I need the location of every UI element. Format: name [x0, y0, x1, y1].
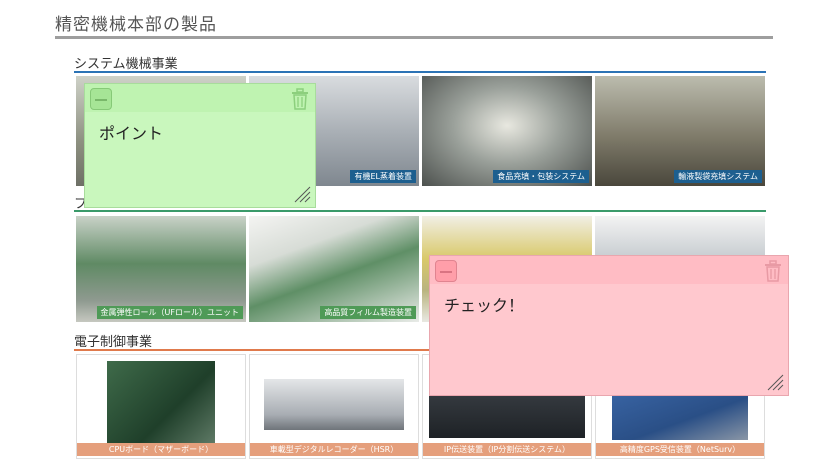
trash-icon[interactable]	[762, 259, 784, 283]
product-caption: IP伝送装置（IP分割伝送システム）	[423, 443, 591, 456]
product-caption: 金属弾性ロール（UFロール）ユニット	[96, 306, 243, 319]
product-image	[107, 361, 215, 444]
section-rule-system	[74, 71, 766, 73]
product-tile-film-machine[interactable]: 高品質フィルム製造装置	[249, 216, 419, 322]
product-tile-uf-roll[interactable]: 金属弾性ロール（UFロール）ユニット	[76, 216, 246, 322]
sticky-note-pink[interactable]: チェック！	[429, 255, 789, 396]
product-image	[264, 379, 404, 430]
section-rule-film	[74, 210, 766, 212]
minimize-icon[interactable]	[435, 260, 457, 282]
resize-grip-icon[interactable]	[291, 183, 311, 203]
product-caption: 高精度GPS受信装置（NetSurv）	[596, 443, 764, 456]
product-tile-infusion-bag[interactable]: 輸液製袋充填システム	[595, 76, 765, 186]
product-tile-cpu-board[interactable]: CPUボード（マザーボード）	[76, 354, 246, 459]
product-caption: 車載型デジタルレコーダー（HSR）	[250, 443, 418, 456]
note-text[interactable]: ポイント	[99, 120, 163, 144]
trash-icon[interactable]	[289, 87, 311, 111]
title-rule	[55, 36, 773, 39]
section-heading-system: システム機械事業	[74, 57, 178, 72]
product-tile-food-filling[interactable]: 食品充填・包装システム	[422, 76, 592, 186]
page-title: 精密機械本部の製品	[55, 15, 217, 35]
section-heading-electronic: 電子制御事業	[74, 335, 153, 350]
product-caption: 有機EL蒸着装置	[350, 170, 416, 183]
product-caption: 輸液製袋充填システム	[674, 170, 762, 183]
note-text[interactable]: チェック！	[444, 292, 524, 316]
resize-grip-icon[interactable]	[764, 371, 784, 391]
note-header[interactable]	[430, 256, 788, 284]
minimize-icon[interactable]	[90, 88, 112, 110]
product-caption: CPUボード（マザーボード）	[77, 443, 245, 456]
note-header[interactable]	[85, 84, 315, 112]
product-caption: 食品充填・包装システム	[493, 170, 589, 183]
product-caption: 高品質フィルム製造装置	[320, 306, 416, 319]
product-tile-digital-recorder[interactable]: 車載型デジタルレコーダー（HSR）	[249, 354, 419, 459]
sticky-note-green[interactable]: ポイント	[84, 83, 316, 208]
